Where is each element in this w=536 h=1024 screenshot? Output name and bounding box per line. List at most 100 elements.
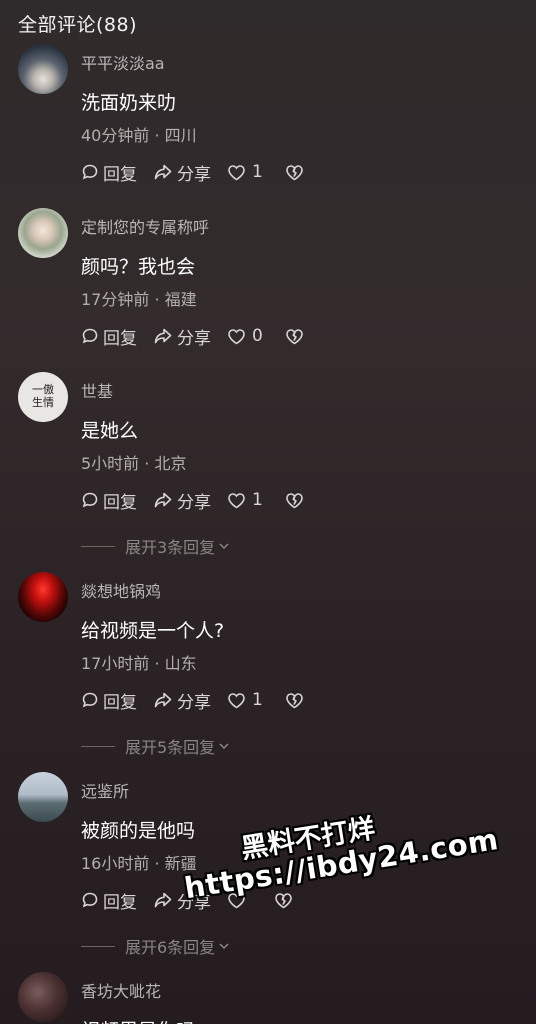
comment-meta: 5小时前 · 北京	[81, 454, 187, 473]
share-button[interactable]: 分享	[153, 324, 211, 349]
like-count: 1	[252, 162, 263, 182]
comment-username[interactable]: 平平淡淡aa	[81, 50, 165, 74]
like-button[interactable]: 0	[227, 326, 263, 346]
comment-item: 远鉴所 被颜的是他吗 16小时前 · 新疆 回复 分享 展开6条回复	[0, 772, 536, 962]
share-icon	[154, 164, 172, 180]
share-label: 分享	[177, 692, 211, 713]
like-button[interactable]: 1	[227, 490, 263, 510]
reply-button[interactable]: 回复	[81, 688, 137, 713]
avatar[interactable]	[18, 208, 68, 258]
reply-icon	[82, 492, 98, 508]
comment-username[interactable]: 世基	[81, 378, 113, 402]
share-label: 分享	[177, 892, 211, 913]
reply-label: 回复	[103, 492, 137, 513]
avatar[interactable]	[18, 972, 68, 1022]
chevron-down-icon	[219, 943, 229, 950]
share-icon	[154, 892, 172, 908]
expand-replies-label: 展开5条回复	[125, 738, 216, 757]
heart-icon	[228, 892, 245, 908]
expand-replies-label: 展开6条回复	[125, 938, 216, 957]
expand-replies-button[interactable]: 展开5条回复	[81, 734, 230, 758]
like-count: 1	[252, 490, 263, 510]
comment-username[interactable]: 远鉴所	[81, 778, 129, 802]
divider	[81, 745, 115, 747]
share-icon	[154, 492, 172, 508]
broken-heart-icon	[286, 328, 303, 344]
like-count: 0	[252, 326, 263, 346]
comment-username[interactable]: 燚想地锅鸡	[81, 578, 161, 602]
dislike-button[interactable]	[274, 892, 297, 909]
reply-button[interactable]: 回复	[81, 160, 137, 185]
share-icon	[154, 328, 172, 344]
comment-actions: 回复 分享 0	[81, 324, 324, 349]
comment-item: 一傲 生情 世基 是她么 5小时前 · 北京 回复 分享 1 展开3条回复	[0, 372, 536, 562]
share-button[interactable]: 分享	[153, 888, 211, 913]
reply-icon	[82, 692, 98, 708]
comment-actions: 回复 分享 1	[81, 160, 324, 185]
heart-icon	[228, 328, 245, 344]
comment-meta: 40分钟前 · 四川	[81, 126, 197, 145]
like-button[interactable]	[227, 892, 252, 909]
heart-icon	[228, 692, 245, 708]
comment-text: 被颜的是他吗	[81, 820, 196, 842]
comment-text: 给视频是一个人?	[81, 620, 225, 642]
comment-actions: 回复 分享 1	[81, 488, 324, 513]
comment-actions: 回复 分享	[81, 888, 313, 913]
reply-button[interactable]: 回复	[81, 324, 137, 349]
dislike-button[interactable]	[285, 328, 308, 345]
like-button[interactable]: 1	[227, 690, 263, 710]
share-label: 分享	[177, 164, 211, 185]
comment-item: 定制您的专属称呼 颜吗？我也会 17分钟前 · 福建 回复 分享 0	[0, 208, 536, 358]
comment-text: 视频里是你吗	[81, 1016, 195, 1024]
divider	[81, 545, 115, 547]
share-label: 分享	[177, 328, 211, 349]
chevron-down-icon	[219, 743, 229, 750]
reply-label: 回复	[103, 164, 137, 185]
comment-item: 香坊大呲花 视频里是你吗	[0, 972, 536, 1024]
chevron-down-icon	[219, 543, 229, 550]
avatar[interactable]	[18, 772, 68, 822]
comments-header: 全部评论(88)	[18, 14, 138, 36]
comment-item: 平平淡淡aa 洗面奶来叻 40分钟前 · 四川 回复 分享 1	[0, 44, 536, 194]
avatar[interactable]: 一傲 生情	[18, 372, 68, 422]
comment-actions: 回复 分享 1	[81, 688, 324, 713]
comment-text: 是她么	[81, 420, 139, 442]
like-button[interactable]: 1	[227, 162, 263, 182]
broken-heart-icon	[286, 692, 303, 708]
comment-meta: 17小时前 · 山东	[81, 654, 197, 673]
avatar-text: 一傲 生情	[32, 383, 54, 409]
dislike-button[interactable]	[285, 492, 308, 509]
reply-icon	[82, 892, 98, 908]
reply-button[interactable]: 回复	[81, 488, 137, 513]
share-icon	[154, 692, 172, 708]
reply-icon	[82, 328, 98, 344]
dislike-button[interactable]	[285, 692, 308, 709]
expand-replies-label: 展开3条回复	[125, 538, 216, 557]
share-button[interactable]: 分享	[153, 688, 211, 713]
avatar[interactable]	[18, 572, 68, 622]
reply-label: 回复	[103, 692, 137, 713]
comment-text: 颜吗？我也会	[81, 256, 196, 278]
dislike-button[interactable]	[285, 164, 308, 181]
broken-heart-icon	[275, 892, 292, 908]
share-button[interactable]: 分享	[153, 488, 211, 513]
divider	[81, 945, 115, 947]
reply-button[interactable]: 回复	[81, 888, 137, 913]
comment-item: 燚想地锅鸡 给视频是一个人? 17小时前 · 山东 回复 分享 1 展开5条回复	[0, 572, 536, 762]
comment-username[interactable]: 定制您的专属称呼	[81, 214, 209, 238]
comment-username[interactable]: 香坊大呲花	[81, 978, 161, 1002]
heart-icon	[228, 492, 245, 508]
share-label: 分享	[177, 492, 211, 513]
reply-icon	[82, 164, 98, 180]
comment-meta: 16小时前 · 新疆	[81, 854, 197, 873]
broken-heart-icon	[286, 164, 303, 180]
share-button[interactable]: 分享	[153, 160, 211, 185]
expand-replies-button[interactable]: 展开6条回复	[81, 934, 230, 958]
broken-heart-icon	[286, 492, 303, 508]
reply-label: 回复	[103, 892, 137, 913]
heart-icon	[228, 164, 245, 180]
reply-label: 回复	[103, 328, 137, 349]
avatar[interactable]	[18, 44, 68, 94]
expand-replies-button[interactable]: 展开3条回复	[81, 534, 230, 558]
comment-text: 洗面奶来叻	[81, 92, 177, 114]
